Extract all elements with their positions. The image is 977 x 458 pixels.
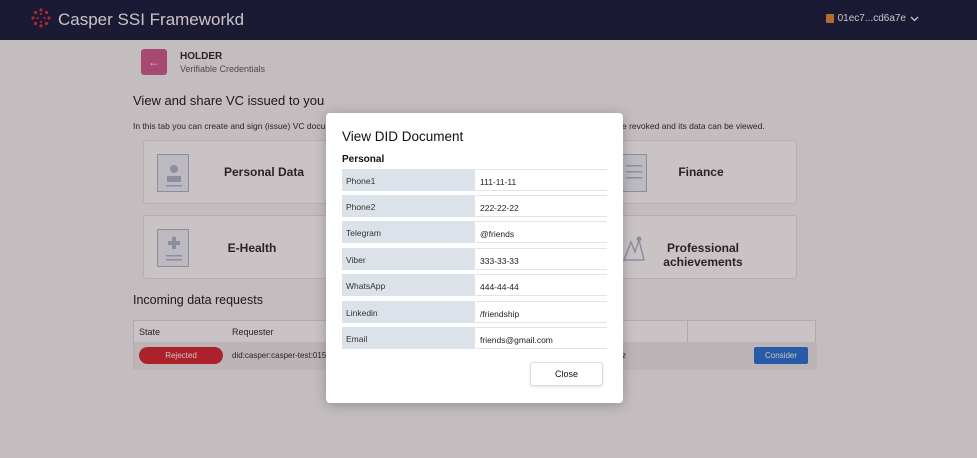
field-row-viber: Viber 333-33-33 <box>342 248 607 270</box>
modal-title: View DID Document <box>342 129 464 144</box>
field-row-phone2: Phone2 222-22-22 <box>342 195 607 217</box>
field-value: 333-33-33 <box>476 248 607 270</box>
field-row-linkedin: Linkedin /friendship <box>342 301 607 323</box>
field-row-email: Email friends@gmail.com <box>342 327 607 349</box>
field-key: Email <box>342 327 475 349</box>
field-value: 111-11-11 <box>476 169 607 191</box>
field-key: Phone2 <box>342 195 475 217</box>
did-document-modal: View DID Document Personal Phone1 111-11… <box>326 113 623 403</box>
field-key: Phone1 <box>342 169 475 191</box>
field-value: 222-22-22 <box>476 195 607 217</box>
modal-section-title: Personal <box>342 154 385 165</box>
field-value: friends@gmail.com <box>476 327 607 349</box>
field-key: WhatsApp <box>342 274 475 296</box>
field-value: /friendship <box>476 301 607 323</box>
field-value: @friends <box>476 221 607 243</box>
field-key: Linkedin <box>342 301 475 323</box>
close-button[interactable]: Close <box>530 362 603 386</box>
field-row-telegram: Telegram @friends <box>342 221 607 243</box>
field-key: Viber <box>342 248 475 270</box>
field-row-phone1: Phone1 111-11-11 <box>342 169 607 191</box>
field-value: 444-44-44 <box>476 274 607 296</box>
field-row-whatsapp: WhatsApp 444-44-44 <box>342 274 607 296</box>
field-key: Telegram <box>342 221 475 243</box>
